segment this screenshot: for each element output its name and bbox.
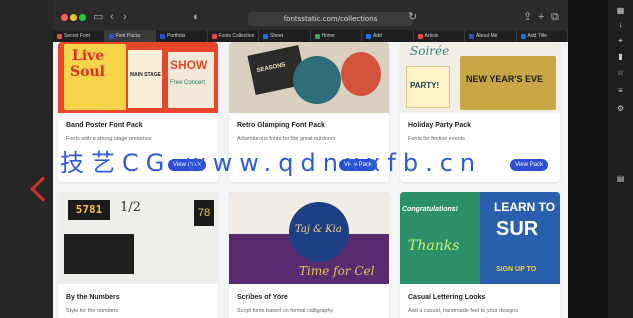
bookmark-icon[interactable]: ▮ [616, 52, 625, 61]
card-art: PARTY! [406, 66, 450, 108]
card-title: Holiday Party Pack [408, 122, 472, 129]
tab-favicon-icon [160, 33, 165, 39]
settings-icon[interactable]: ⚙ [616, 104, 625, 113]
minimize-window-button[interactable] [70, 14, 77, 21]
tab-bar: Secret Font Font Packs Portfolio Fonts C… [53, 30, 568, 42]
share-icon[interactable]: ⇪ [523, 10, 532, 24]
view-pack-button[interactable]: View Pack [510, 159, 548, 171]
zoom-window-button[interactable] [79, 14, 86, 21]
poster-art: MAIN STAGE [128, 50, 162, 108]
collection-card[interactable]: 5781 1/2 78 By the Numbers Style for the… [58, 192, 218, 318]
collection-thumbnail: Taj & Kia Time for Cel [229, 192, 389, 284]
watermark-overlay: 技艺CG www.qdnxxfb.cn [60, 149, 483, 177]
sidebar-toggle-icon[interactable]: ▭ [93, 10, 103, 24]
tab-favicon-icon [520, 33, 526, 39]
card-title: By the Numbers [66, 294, 120, 301]
tab-favicon-icon [469, 33, 474, 39]
expand-icon[interactable]: ▤ [616, 174, 625, 183]
download-icon[interactable]: ↓ [616, 20, 625, 29]
star-icon[interactable]: ☆ [616, 68, 625, 77]
tab[interactable]: Home [311, 30, 362, 42]
tab-favicon-icon [366, 33, 371, 39]
tab[interactable]: Fonts Collection [208, 30, 259, 42]
close-window-button[interactable] [61, 14, 68, 21]
badge-art [293, 56, 341, 104]
poster-art: Live Soul [64, 44, 126, 110]
tab-overview-icon[interactable]: ⧉ [551, 10, 559, 24]
collection-thumbnail: 5781 1/2 78 [58, 192, 218, 284]
tab-favicon-icon [417, 33, 423, 39]
pin-icon[interactable]: ⌖ [616, 36, 625, 45]
collection-thumbnail: Congratulations! Thanks LEARN TO SUR SIG… [400, 192, 560, 284]
desktop: ▭ ‹ › ◐ fontsstatic.com/collections ↻ ⇪ … [0, 0, 633, 318]
tab[interactable]: Secret Font [53, 30, 105, 42]
card-title: Casual Lettering Looks [408, 294, 486, 301]
layers-icon[interactable]: ≡ [616, 86, 625, 95]
tab-active[interactable]: Font Packs [104, 30, 156, 42]
card-description: Adventurous fonts for the great outdoors [237, 136, 336, 142]
card-description: Add a casual, handmade feel to your desi… [408, 308, 519, 314]
tab-favicon-icon [263, 33, 268, 39]
card-title: Scribes of Yore [237, 294, 288, 301]
badge-art [341, 52, 381, 96]
browser-titlebar: ▭ ‹ › ◐ fontsstatic.com/collections ↻ ⇪ … [53, 0, 568, 30]
tab-favicon-icon [314, 33, 320, 39]
card-art: NEW YEAR'S EVE [460, 56, 556, 110]
reload-icon[interactable]: ↻ [408, 10, 417, 24]
back-icon[interactable]: ‹ [110, 10, 114, 24]
collections-grid: Live Soul MAIN STAGE SHOW Free Concert B… [53, 42, 568, 318]
schedule-art [64, 234, 134, 274]
card-description: Fonts with a strong stage presence [66, 136, 152, 142]
collection-thumbnail: Live Soul MAIN STAGE SHOW Free Concert [58, 42, 218, 113]
tab-favicon-icon [108, 33, 114, 39]
collection-card[interactable]: Taj & Kia Time for Cel Scribes of Yore S… [229, 192, 389, 318]
script-art: Taj & Kia [289, 202, 349, 262]
address-bar[interactable]: fontsstatic.com/collections [248, 12, 413, 26]
collection-thumbnail: SEASONS [229, 42, 389, 113]
card-title: Retro Glamping Font Pack [237, 122, 325, 129]
card-title: Band Poster Font Pack [66, 122, 143, 129]
forward-icon[interactable]: › [123, 10, 127, 24]
tab[interactable]: Portfolio [156, 30, 208, 42]
grid-icon[interactable]: ▦ [616, 6, 625, 15]
card-description: Style for the numbers [66, 308, 119, 314]
poster-art: SHOW Free Concert [168, 52, 214, 108]
new-tab-icon[interactable]: + [538, 10, 544, 24]
tab[interactable]: Add [362, 30, 414, 42]
tab[interactable]: About Me [465, 30, 517, 42]
card-description: Fonts for festive events [408, 136, 465, 142]
back-arrow-icon[interactable] [30, 176, 56, 202]
collection-card[interactable]: Congratulations! Thanks LEARN TO SUR SIG… [400, 192, 560, 318]
tab[interactable]: Add Title [517, 30, 568, 42]
privacy-shield-icon[interactable]: ◐ [193, 10, 200, 24]
left-gutter [0, 0, 56, 318]
tab-favicon-icon [57, 33, 62, 39]
tab-favicon-icon [211, 33, 217, 39]
collection-thumbnail: Soirée PARTY! NEW YEAR'S EVE [400, 42, 560, 113]
lettering-art: Congratulations! Thanks [400, 192, 480, 284]
tab[interactable]: Sheet [259, 30, 311, 42]
scrollbar-track[interactable] [568, 0, 608, 318]
card-description: Script fonts based on formal calligraphy [237, 308, 334, 314]
tab[interactable]: Article [414, 30, 465, 42]
right-toolbar: ▦ ↓ ⌖ ▮ ☆ ≡ ⚙ ▤ [608, 0, 633, 318]
